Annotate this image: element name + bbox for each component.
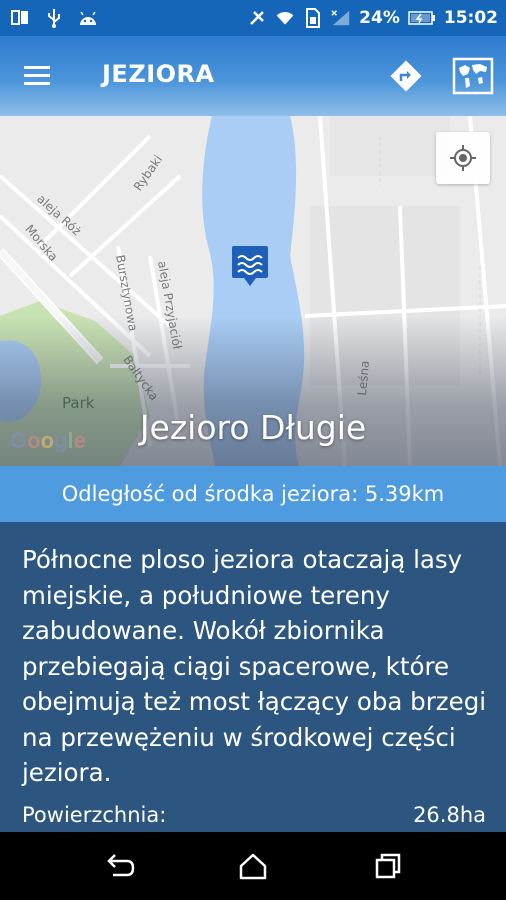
- area-label: Powierzchnia:: [22, 803, 167, 827]
- home-icon[interactable]: [237, 850, 269, 882]
- menu-icon[interactable]: [22, 60, 56, 92]
- back-icon[interactable]: [104, 850, 136, 882]
- clock: 15:02: [443, 8, 498, 28]
- recent-apps-icon[interactable]: [372, 850, 404, 882]
- android-icon: [78, 8, 98, 28]
- world-map-icon[interactable]: [452, 56, 494, 96]
- distance-bar: Odległość od środka jeziora: 5.39km: [0, 466, 506, 522]
- wifi-icon: [275, 8, 295, 28]
- crosshair-icon: [450, 145, 476, 171]
- directions-icon[interactable]: [388, 58, 424, 94]
- lake-name: Jezioro Długie: [139, 408, 367, 447]
- signal-icon: [331, 8, 351, 28]
- navigation-bar: [0, 832, 506, 900]
- app-title: JEZIORA: [102, 60, 215, 88]
- lake-marker-icon[interactable]: [230, 244, 270, 290]
- lake-description: Północne ploso jeziora otaczają lasy mie…: [22, 545, 487, 787]
- screen-mirror-icon: [10, 8, 30, 28]
- area-value: 26.8ha: [413, 803, 486, 827]
- battery-icon: [408, 8, 436, 28]
- usb-icon: [44, 8, 64, 28]
- distance-text: Odległość od środka jeziora: 5.39km: [61, 482, 445, 506]
- app-bar: JEZIORA: [0, 36, 506, 116]
- sim-card-icon: [303, 8, 323, 28]
- my-location-button[interactable]: [436, 132, 490, 184]
- map-view[interactable]: aleja Róż Morska Rybaki Bursztynowa alej…: [0, 116, 506, 466]
- status-bar: 24% 15:02: [0, 0, 506, 36]
- nfc-icon: [247, 8, 267, 28]
- lake-details: Północne ploso jeziora otaczają lasy mie…: [0, 522, 506, 832]
- area-row: Powierzchnia: 26.8ha: [22, 800, 486, 830]
- battery-percent: 24%: [359, 8, 400, 28]
